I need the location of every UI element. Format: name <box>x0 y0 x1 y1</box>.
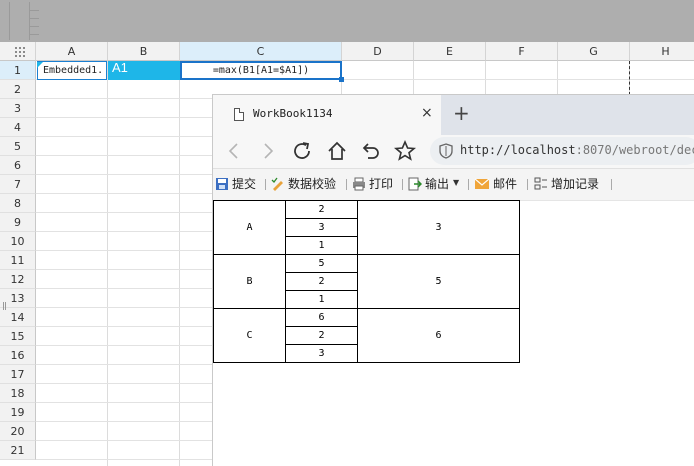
undo-icon[interactable] <box>359 139 383 163</box>
chevron-down-icon: ▼ <box>453 178 460 187</box>
row-header-16[interactable]: 16 <box>0 346 36 365</box>
column-header-g[interactable]: G <box>558 42 630 61</box>
toolbar-separator <box>468 179 469 190</box>
row-header-19[interactable]: 19 <box>0 403 36 422</box>
value-cell: 6 <box>285 308 358 327</box>
row-header-1[interactable]: 1 <box>0 61 36 80</box>
row-header-5[interactable]: 5 <box>0 137 36 156</box>
pencil-check-icon <box>271 177 283 191</box>
row-header-7[interactable]: 7 <box>0 175 36 194</box>
resize-grip-icon[interactable] <box>3 302 7 310</box>
group-name-cell: B <box>213 254 286 309</box>
table-row: C 6 6 <box>213 308 520 363</box>
max-cell: 3 <box>357 200 520 255</box>
grid-line <box>107 61 108 466</box>
row-header-12[interactable]: 12 <box>0 270 36 289</box>
max-cell: 5 <box>357 254 520 309</box>
url-path: :8070/webroot/deci <box>575 143 694 157</box>
tab-close-icon[interactable]: × <box>421 105 433 121</box>
home-icon[interactable] <box>325 139 349 163</box>
value-cell: 2 <box>285 200 358 219</box>
value-cell: 1 <box>285 236 358 255</box>
toolbar-separator <box>346 179 347 190</box>
browser-tab[interactable]: WorkBook1134 × <box>213 95 441 135</box>
cell-a1[interactable]: Embedded1. <box>37 61 107 80</box>
table-row: A 2 3 <box>213 200 520 255</box>
group-name-cell: A <box>213 200 286 255</box>
bookmark-star-icon[interactable] <box>393 139 417 163</box>
new-tab-button[interactable]: + <box>453 103 470 123</box>
column-header-d[interactable]: D <box>342 42 414 61</box>
export-icon <box>408 177 422 191</box>
validate-label: 数据校验 <box>288 177 337 191</box>
value-cell: 3 <box>285 344 358 363</box>
column-header-c[interactable]: C <box>180 42 342 61</box>
printer-icon <box>353 177 365 191</box>
table-row: B 5 5 <box>213 254 520 309</box>
report-table: A 2 3 3 1 B 5 5 2 1 C 6 6 2 3 <box>213 200 520 363</box>
toolbar-separator <box>402 179 403 190</box>
add-record-label: 增加记录 <box>551 177 600 191</box>
row-header-2[interactable]: 2 <box>0 80 36 99</box>
expand-marker-icon <box>37 62 43 68</box>
url-text: http://localhost:8070/webroot/deci <box>460 143 694 157</box>
row-header-3[interactable]: 3 <box>0 99 36 118</box>
row-header-15[interactable]: 15 <box>0 327 36 346</box>
column-header-f[interactable]: F <box>486 42 558 61</box>
tab-title: WorkBook1134 <box>253 107 333 120</box>
page-icon <box>234 108 244 121</box>
select-all-corner[interactable] <box>0 42 36 61</box>
shield-icon <box>439 143 453 159</box>
toolbar-separator <box>527 179 528 190</box>
row-header-4[interactable]: 4 <box>0 118 36 137</box>
value-cell: 2 <box>285 326 358 345</box>
browser-window: WorkBook1134 × + http://localhost:8070/w… <box>212 94 694 466</box>
grid-line <box>179 61 180 466</box>
save-disk-icon <box>216 178 228 190</box>
page-break-line <box>629 61 630 95</box>
address-bar[interactable]: http://localhost:8070/webroot/deci <box>430 137 694 165</box>
toolbar-area <box>0 0 694 42</box>
max-cell: 6 <box>357 308 520 363</box>
row-header-6[interactable]: 6 <box>0 156 36 175</box>
export-label: 输出 <box>425 177 450 191</box>
row-header-21[interactable]: 21 <box>0 441 36 460</box>
group-name-cell: C <box>213 308 286 363</box>
value-cell: 3 <box>285 218 358 237</box>
value-cell: 2 <box>285 272 358 291</box>
row-header-17[interactable]: 17 <box>0 365 36 384</box>
cell-c1-formula[interactable]: =max(B1[A1=$A1]) <box>180 61 342 80</box>
row-header-8[interactable]: 8 <box>0 194 36 213</box>
fill-handle[interactable] <box>339 77 344 82</box>
refresh-icon[interactable] <box>290 139 314 163</box>
column-header-h[interactable]: H <box>630 42 694 61</box>
column-header-b[interactable]: B <box>108 42 180 61</box>
toolbar-separator <box>611 179 612 190</box>
report-toolbar: 提交 数据校验 打印 输出 ▼ 邮件 增加记录 <box>213 169 694 201</box>
envelope-icon <box>475 178 489 189</box>
value-cell: 5 <box>285 254 358 273</box>
tab-strip: WorkBook1134 × + <box>213 95 694 135</box>
navigation-bar: http://localhost:8070/webroot/deci <box>213 135 694 169</box>
back-arrow-icon[interactable] <box>222 139 246 163</box>
submit-label: 提交 <box>232 177 257 191</box>
row-header-20[interactable]: 20 <box>0 422 36 441</box>
column-header-e[interactable]: E <box>414 42 486 61</box>
toolbar-separator <box>265 179 266 190</box>
drag-handle-icon <box>9 2 39 40</box>
add-row-icon <box>534 177 547 190</box>
email-label: 邮件 <box>493 177 518 191</box>
cell-b1[interactable]: A1 <box>108 61 180 80</box>
row-header-10[interactable]: 10 <box>0 232 36 251</box>
column-header-a[interactable]: A <box>36 42 108 61</box>
url-host: http://localhost <box>460 143 576 157</box>
row-header-18[interactable]: 18 <box>0 384 36 403</box>
row-header-14[interactable]: 14 <box>0 308 36 327</box>
row-header-11[interactable]: 11 <box>0 251 36 270</box>
print-label: 打印 <box>369 177 394 191</box>
value-cell: 1 <box>285 290 358 309</box>
forward-arrow-icon[interactable] <box>256 139 280 163</box>
row-header-9[interactable]: 9 <box>0 213 36 232</box>
